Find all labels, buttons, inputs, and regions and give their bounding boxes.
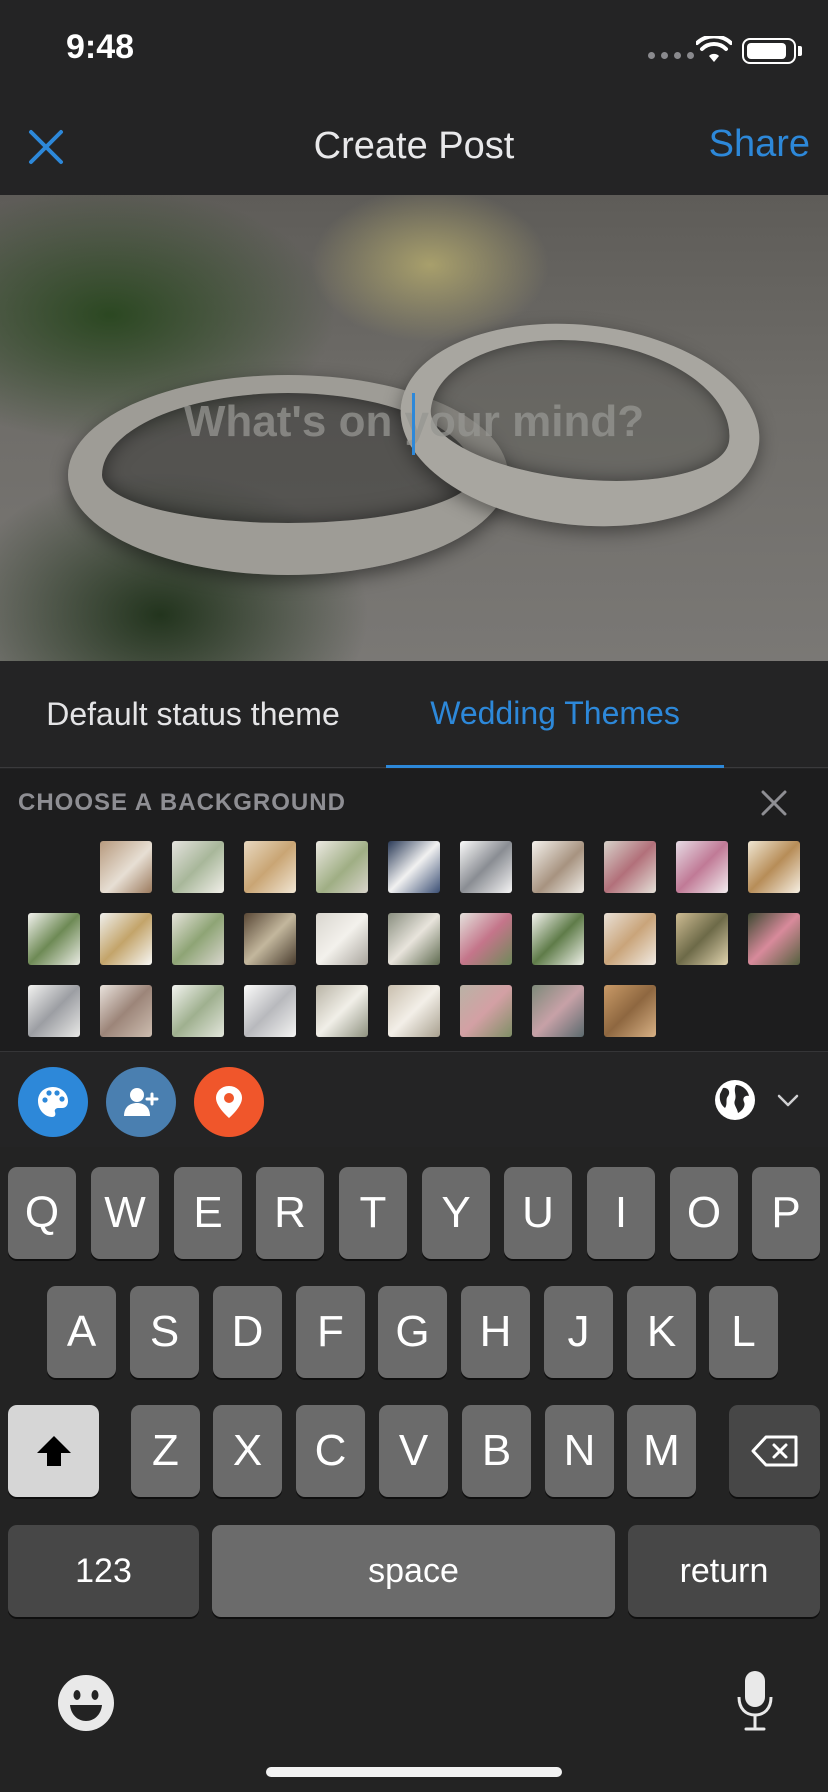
chevron-down-icon[interactable] [776,1088,800,1112]
key-t[interactable]: T [339,1167,407,1259]
background-chooser: CHOOSE A BACKGROUND [0,769,828,1052]
backspace-icon [751,1435,797,1467]
key-q[interactable]: Q [8,1167,76,1259]
background-thumbnail[interactable] [676,841,728,893]
key-x[interactable]: X [213,1405,282,1497]
key-w[interactable]: W [91,1167,159,1259]
audience-globe-icon[interactable] [714,1079,756,1121]
key-i[interactable]: I [587,1167,655,1259]
background-thumbnail[interactable] [460,841,512,893]
background-thumbnail[interactable] [460,913,512,965]
background-thumbnail[interactable] [100,913,152,965]
background-thumbnail[interactable] [532,985,584,1037]
location-pin-icon [216,1086,242,1118]
background-thumbnail[interactable] [244,913,296,965]
background-thumbnail[interactable] [316,913,368,965]
key-b[interactable]: B [462,1405,531,1497]
delete-key[interactable] [729,1405,820,1497]
wifi-icon [696,36,732,62]
background-thumbnail[interactable] [388,913,440,965]
key-g[interactable]: G [378,1286,447,1378]
key-c[interactable]: C [296,1405,365,1497]
battery-icon [742,38,796,64]
share-button[interactable]: Share [709,123,810,166]
key-p[interactable]: P [752,1167,820,1259]
background-thumbnail[interactable] [388,985,440,1037]
key-j[interactable]: J [544,1286,613,1378]
key-l[interactable]: L [709,1286,778,1378]
background-chooser-label: CHOOSE A BACKGROUND [18,789,346,816]
post-actions-row [0,1052,828,1147]
background-thumbnail[interactable] [172,913,224,965]
key-d[interactable]: D [213,1286,282,1378]
check-in-button[interactable] [194,1067,264,1137]
cellular-signal-icon [648,52,694,59]
background-thumbnail[interactable] [748,913,800,965]
key-n[interactable]: N [545,1405,614,1497]
background-thumbnail[interactable] [604,985,656,1037]
microphone-icon[interactable] [735,1669,775,1733]
key-k[interactable]: K [627,1286,696,1378]
background-thumbnail[interactable] [244,985,296,1037]
add-person-icon [124,1088,159,1116]
background-thumbnail[interactable] [28,913,80,965]
palette-icon [38,1087,68,1117]
key-m[interactable]: M [627,1405,696,1497]
keyboard: QWERTYUIOP ASDFGHJKL ZXCVBNM 123 space ret… [0,1147,828,1792]
status-bar: 9:48 [0,0,828,95]
background-thumbnail[interactable] [748,841,800,893]
key-u[interactable]: U [504,1167,572,1259]
background-thumbnail[interactable] [316,841,368,893]
return-key[interactable]: return [628,1525,820,1617]
background-thumbnail[interactable] [532,841,584,893]
close-icon[interactable] [760,789,788,817]
key-h[interactable]: H [461,1286,530,1378]
key-o[interactable]: O [670,1167,738,1259]
background-thumbnail[interactable] [316,985,368,1037]
background-thumbnail[interactable] [604,913,656,965]
nav-header: Create Post Share [0,95,828,195]
key-z[interactable]: Z [131,1405,200,1497]
battery-cap [798,46,802,56]
shift-key[interactable] [8,1405,99,1497]
key-e[interactable]: E [174,1167,242,1259]
home-indicator [266,1767,562,1777]
emoji-icon[interactable] [56,1673,116,1733]
post-composer[interactable]: What's on your mind? [0,195,828,661]
tab-wedding-themes[interactable]: Wedding Themes [386,661,724,768]
status-time: 9:48 [66,28,135,66]
background-thumbnail[interactable] [172,841,224,893]
theme-tabs: Default status theme Wedding Themes [0,661,828,768]
key-s[interactable]: S [130,1286,199,1378]
tag-people-button[interactable] [106,1067,176,1137]
background-thumbnail[interactable] [100,841,152,893]
text-cursor [412,393,415,455]
background-thumbnail[interactable] [532,913,584,965]
key-y[interactable]: Y [422,1167,490,1259]
page-title: Create Post [313,125,515,167]
background-thumbnail[interactable] [676,913,728,965]
key-r[interactable]: R [256,1167,324,1259]
space-key[interactable]: space [212,1525,615,1617]
palette-button[interactable] [18,1067,88,1137]
background-thumbnail[interactable] [388,841,440,893]
background-thumbnail[interactable] [244,841,296,893]
background-thumbnail[interactable] [460,985,512,1037]
key-f[interactable]: F [296,1286,365,1378]
tab-default-status-theme[interactable]: Default status theme [0,661,386,768]
shift-icon [36,1436,71,1466]
background-thumbnail[interactable] [604,841,656,893]
background-thumbnail[interactable] [172,985,224,1037]
background-thumbnail[interactable] [28,985,80,1037]
key-a[interactable]: A [47,1286,116,1378]
key-v[interactable]: V [379,1405,448,1497]
numbers-key[interactable]: 123 [8,1525,199,1617]
background-thumbnail[interactable] [100,985,152,1037]
